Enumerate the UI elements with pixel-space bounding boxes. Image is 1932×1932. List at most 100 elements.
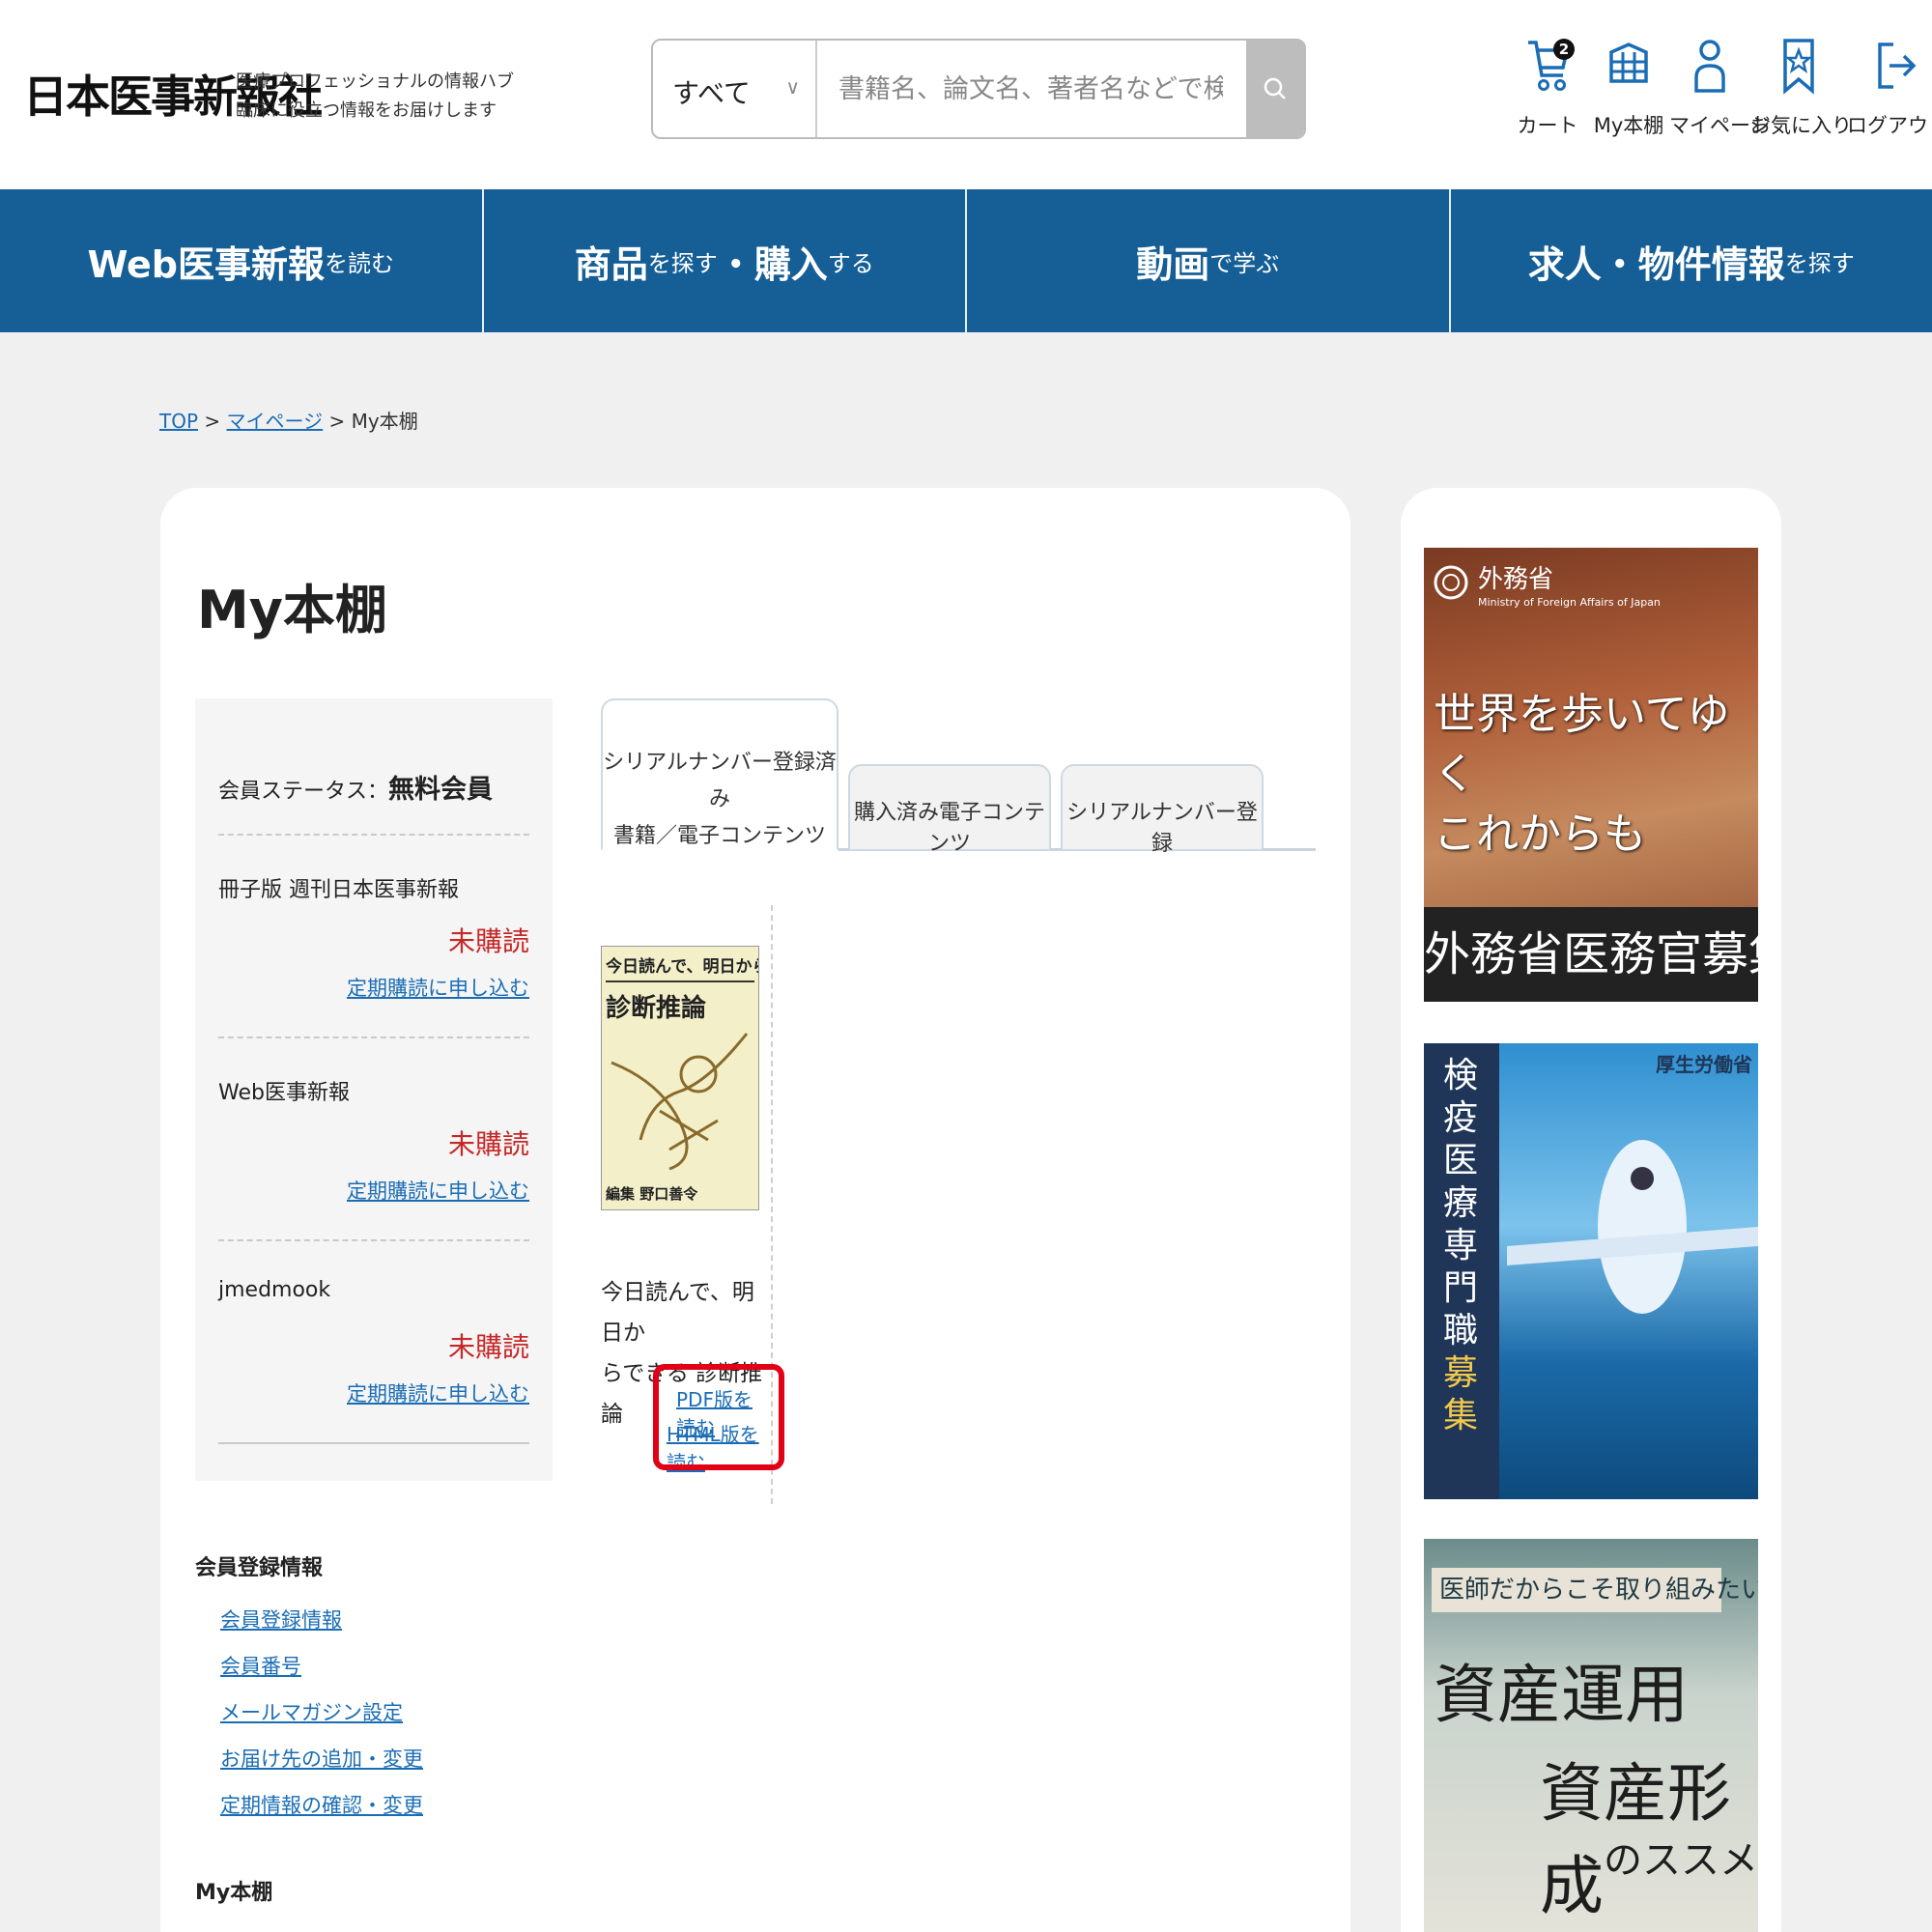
nav-label-sub: で学ぶ — [1209, 249, 1280, 277]
mofa-emblem-icon — [1434, 565, 1468, 600]
banner-mhlw-org: 厚生労働省 — [1656, 1053, 1752, 1076]
breadcrumb-separator: > — [328, 410, 346, 433]
nav-label-sub: を探す — [1784, 249, 1855, 277]
divider — [218, 834, 529, 836]
tab-serial-registered[interactable]: シリアルナンバー登録済み 書籍／電子コンテンツ — [601, 698, 838, 851]
divider — [218, 1239, 529, 1241]
banner-mofa-bottom: 外務省医務官募集 — [1424, 907, 1758, 1002]
breadcrumb-separator: > — [204, 410, 221, 433]
main-nav: Web医事新報 を読む 商品 を探す ・購入 する 動画 で学ぶ 求人・物件情報 を探す — [0, 189, 1932, 332]
banner-mofa-headline: 世界を歩いてゆく これからも — [1434, 685, 1758, 865]
banner-mhlw-text-recruit: 募集 — [1443, 1353, 1479, 1435]
cover-author: 編集 野口善令 — [606, 1185, 698, 1203]
tab-purchased[interactable]: 購入済み電子コンテンツ — [848, 764, 1051, 856]
subscribe-link[interactable]: 定期購読に申し込む — [347, 1378, 529, 1407]
search-button[interactable] — [1246, 41, 1304, 137]
member-status: 会員ステータス：無料会員 — [218, 768, 529, 806]
bookshelf-label: My本棚 — [1593, 114, 1664, 137]
logout-button[interactable]: ログアウト — [1847, 35, 1932, 139]
member-info-heading: 会員登録情報 — [195, 1556, 324, 1580]
nav-label-main: 求人・物件情報 — [1527, 242, 1785, 286]
subscription-state: 未購読 — [447, 925, 529, 957]
subscribe-link[interactable]: 定期購読に申し込む — [347, 973, 529, 1002]
tab-label: 購入済み電子コンテンツ — [853, 801, 1045, 856]
search-scope-select[interactable]: すべて ∨ — [653, 41, 817, 137]
member-status-label: 会員ステータス： — [218, 780, 389, 804]
banner-mofa[interactable]: 外務省 Ministry of Foreign Affairs of Japan… — [1424, 548, 1758, 1002]
search-bar: すべて ∨ — [651, 39, 1306, 139]
banner-mofa-line1: 世界を歩いてゆく — [1434, 690, 1730, 799]
mypage-button[interactable]: マイページ — [1669, 35, 1771, 139]
logout-label: ログアウト — [1847, 114, 1932, 137]
subscription-name: jmedmook — [218, 1278, 331, 1302]
nav-label-main: Web医事新報 — [87, 242, 326, 286]
tab-serial-registration[interactable]: シリアルナンバー登録 — [1061, 764, 1264, 856]
book-cover[interactable]: 今日読んで、明日からできる 診断推論 編集 野口善令 — [601, 946, 759, 1210]
banner-mhlw-text-main: 検疫医療専門職 — [1443, 1056, 1479, 1350]
cover-subtitle: 今日読んで、明日からできる — [606, 957, 758, 977]
nav-products[interactable]: 商品 を探す ・購入 する — [484, 189, 967, 332]
airplane-illustration — [1507, 1140, 1758, 1314]
link-delivery-address[interactable]: お届け先の追加・変更 — [220, 1736, 423, 1782]
divider — [218, 1442, 529, 1444]
cart-label: カート — [1517, 114, 1578, 137]
link-mail-magazine[interactable]: メールマガジン設定 — [220, 1690, 423, 1736]
header-icon-group: 2 カート My本棚 マイページ お気に入り ログアウ — [1507, 35, 1932, 139]
subscription-booklet: 冊子版 週刊日本医事新報 未購読 定期購読に申し込む — [218, 872, 529, 1017]
breadcrumb: TOP > マイページ > My本棚 — [159, 406, 418, 434]
nav-label-sub: を読む — [325, 249, 395, 277]
banner-asset[interactable]: 医師だからこそ取り組みたい 資産運用 資産形成 のススメ — [1424, 1539, 1758, 1932]
breadcrumb-top-link[interactable]: TOP — [159, 410, 198, 433]
subscription-state: 未購読 — [447, 1331, 529, 1363]
site-tagline: 医療プロフェッショナルの情報ハブ 臨床に役立つ情報をお届けします — [236, 68, 514, 126]
book-title-line1: 今日読んで、明日か — [601, 1280, 754, 1346]
search-scope-value: すべて — [672, 77, 751, 109]
banner-mhlw-text: 検疫医療専門職募集 — [1443, 1055, 1482, 1437]
member-status-value: 無料会員 — [388, 775, 494, 805]
breadcrumb-mypage-link[interactable]: マイページ — [227, 410, 324, 433]
tab-label-line1: シリアルナンバー登録済み — [603, 751, 837, 811]
nav-label-sub: を探す — [647, 249, 718, 277]
link-member-registration[interactable]: 会員登録情報 — [220, 1597, 423, 1643]
nav-videos[interactable]: 動画 で学ぶ — [967, 189, 1451, 332]
search-input[interactable] — [819, 41, 1223, 137]
subscription-name: Web医事新報 — [218, 1081, 350, 1105]
nav-label-main: 動画 — [1136, 242, 1210, 286]
shelf-tabs: シリアルナンバー登録済み 書籍／電子コンテンツ 購入済み電子コンテンツ シリアル… — [601, 698, 1316, 856]
subscription-jmedmook: jmedmook 未購読 定期購読に申し込む — [218, 1278, 529, 1423]
sidebar: 外務省 Ministry of Foreign Affairs of Japan… — [1401, 488, 1781, 1932]
banner-mofa-line2: これからも — [1434, 810, 1646, 859]
cover-title: 診断推論 — [606, 994, 707, 1023]
banner-asset-line3: のススメ — [1604, 1838, 1758, 1883]
cart-count-badge: 2 — [1553, 39, 1575, 60]
link-member-number[interactable]: 会員番号 — [220, 1643, 423, 1690]
banner-mhlw[interactable]: 検疫医療専門職募集 厚生労働省 — [1424, 1043, 1758, 1499]
favorites-label: お気に入り — [1750, 114, 1852, 137]
favorites-button[interactable]: お気に入り — [1750, 35, 1852, 139]
nav-web-iji-shinpo[interactable]: Web医事新報 を読む — [0, 189, 484, 332]
bookshelf-button[interactable]: My本棚 — [1588, 35, 1669, 139]
search-icon — [1264, 77, 1286, 99]
read-links-highlight — [653, 1364, 784, 1470]
bookmark-star-icon — [1783, 39, 1814, 95]
user-icon — [1694, 40, 1725, 93]
tagline-line-2: 臨床に役立つ情報をお届けします — [236, 100, 497, 121]
page-title: My本棚 — [197, 580, 387, 640]
nav-label-sub-2: する — [827, 249, 874, 277]
tab-label: シリアルナンバー登録 — [1066, 801, 1258, 856]
nav-label-main: 商品 — [574, 242, 648, 286]
chevron-down-icon: ∨ — [785, 75, 800, 99]
link-subscription-info[interactable]: 定期情報の確認・変更 — [220, 1782, 423, 1829]
member-info-links: 会員登録情報 会員番号 メールマガジン設定 お届け先の追加・変更 定期情報の確認… — [220, 1597, 423, 1829]
tagline-line-1: 医療プロフェッショナルの情報ハブ — [236, 71, 514, 92]
bookshelf-icon — [1609, 43, 1648, 83]
subscribe-link[interactable]: 定期購読に申し込む — [347, 1176, 529, 1205]
banner-asset-line1: 資産運用 — [1434, 1658, 1689, 1732]
tab-label-line2: 書籍／電子コンテンツ — [612, 824, 826, 848]
cart-button[interactable]: 2 カート — [1507, 35, 1588, 139]
banner-mofa-org: 外務省 — [1478, 565, 1554, 594]
mypage-label: マイページ — [1669, 114, 1771, 137]
nav-jobs[interactable]: 求人・物件情報 を探す — [1451, 189, 1932, 332]
shelf-heading: My本棚 — [195, 1881, 273, 1905]
divider — [218, 1037, 529, 1038]
